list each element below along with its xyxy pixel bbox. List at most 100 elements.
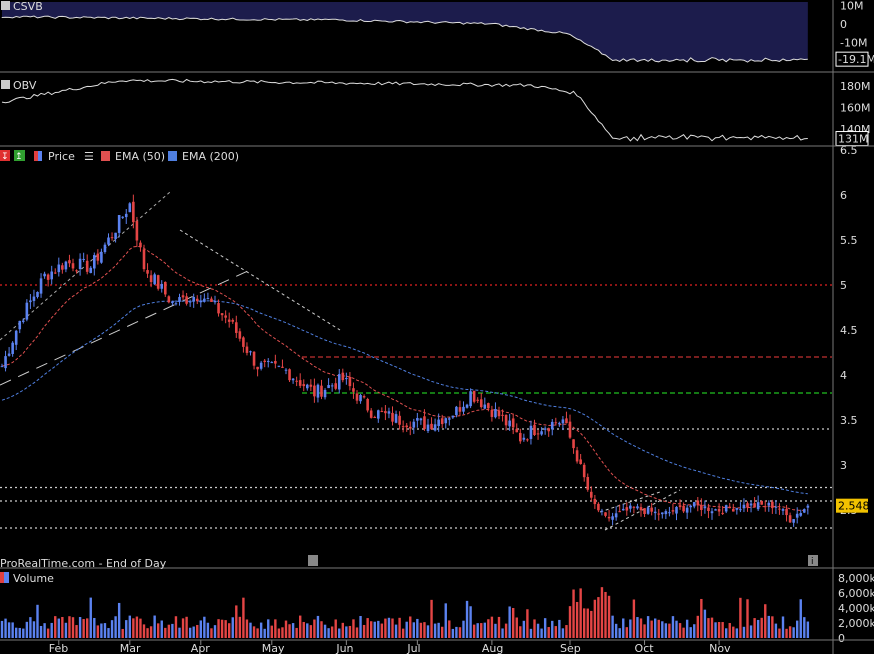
candle-body [135, 221, 139, 241]
volume-bar [671, 616, 675, 638]
candle-body [792, 519, 795, 523]
candle-body [494, 408, 497, 418]
candle-body [685, 507, 689, 513]
candle-body [760, 501, 763, 505]
candle-body [117, 215, 121, 233]
volume-bar [512, 607, 515, 638]
volume-bar [352, 619, 355, 638]
candle-body [515, 428, 519, 433]
volume-bar [302, 621, 305, 638]
candle-body [785, 508, 788, 516]
volume-bar [728, 623, 731, 638]
candle-body [756, 502, 760, 510]
list-icon[interactable]: ☰ [84, 150, 94, 163]
volume-bar [487, 619, 490, 638]
volume-bar [210, 628, 213, 638]
candle-body [380, 411, 384, 413]
volume-bar [149, 626, 153, 638]
volume-bar [43, 623, 46, 638]
volume-bar [703, 609, 707, 638]
volume-tick-label: 2,000k [838, 617, 874, 630]
volume-bar [721, 622, 724, 638]
volume-bar [78, 617, 82, 638]
candle-body [774, 506, 778, 508]
volume-bar [409, 616, 412, 638]
volume-bar [384, 618, 387, 638]
candle-body [121, 216, 124, 218]
legend-ema50[interactable]: EMA (50) [115, 150, 165, 163]
obv-tick-label: 160M [840, 101, 871, 114]
candle-body [160, 283, 164, 289]
candle-body [788, 515, 792, 523]
volume-bar [75, 625, 78, 638]
candle-body [678, 505, 682, 508]
volume-bar [117, 602, 121, 638]
candle-body [178, 297, 181, 302]
volume-bar [494, 623, 497, 638]
csvb-settings-icon[interactable] [1, 1, 10, 10]
candle-body [483, 404, 487, 409]
candle-body [242, 337, 245, 347]
candle-body [465, 404, 469, 408]
candle-body [639, 507, 643, 511]
volume-bar [380, 623, 384, 638]
candle-body [799, 513, 803, 516]
candle-body [671, 510, 675, 512]
legend-ema200[interactable]: EMA (200) [182, 150, 239, 163]
candle-body [632, 506, 636, 508]
volume-bar [192, 626, 195, 638]
volume-bar [220, 619, 224, 638]
candle-body [618, 511, 621, 513]
obv-settings-icon[interactable] [1, 80, 10, 89]
obv-line [1, 78, 808, 142]
candle-body [259, 362, 263, 369]
volume-bar [341, 622, 344, 638]
candle-body [700, 505, 703, 510]
candle-body [352, 388, 355, 392]
candle-body [472, 390, 476, 402]
candle-body [629, 505, 632, 509]
candle-body [522, 437, 526, 440]
candle-body [448, 418, 451, 420]
volume-bar [558, 619, 561, 638]
volume-bar [551, 620, 554, 638]
candle-body [806, 505, 810, 508]
volume-bar [685, 619, 689, 638]
candle-body [203, 298, 206, 302]
volume-bar [756, 619, 760, 638]
volume-bar [462, 620, 465, 638]
candle-body [213, 300, 217, 303]
candle-body [277, 365, 281, 367]
month-label: Sep [560, 642, 581, 654]
csvb-area [2, 2, 808, 63]
candle-body [61, 265, 64, 270]
volume-bar [714, 622, 717, 638]
candle-body [433, 424, 437, 431]
candle-body [401, 426, 405, 428]
candle-body [753, 503, 756, 508]
volume-bar [164, 627, 167, 638]
volume-bar [700, 598, 703, 638]
candle-body [298, 380, 302, 386]
volume-bar [646, 616, 650, 638]
candle-body [501, 414, 504, 416]
volume-bar [749, 625, 753, 638]
candle-body [263, 360, 266, 362]
calendar-icon[interactable] [308, 555, 318, 566]
volume-bar [157, 623, 160, 638]
volume-bar [455, 626, 458, 638]
volume-bar [405, 621, 408, 638]
candle-body [227, 319, 231, 322]
obv-tick-label: 180M [840, 80, 871, 93]
volume-bar [565, 625, 568, 638]
volume-bar [423, 622, 426, 638]
ema200-swatch-icon [168, 151, 177, 161]
candle-body [451, 415, 455, 418]
volume-bar [732, 626, 735, 638]
footer-text: ProRealTime.com - End of Day [0, 557, 167, 570]
volume-bar [394, 624, 398, 638]
candle-body [192, 296, 195, 302]
volume-bar [806, 621, 810, 638]
legend-price[interactable]: Price [48, 150, 75, 163]
volume-bar [291, 623, 295, 638]
